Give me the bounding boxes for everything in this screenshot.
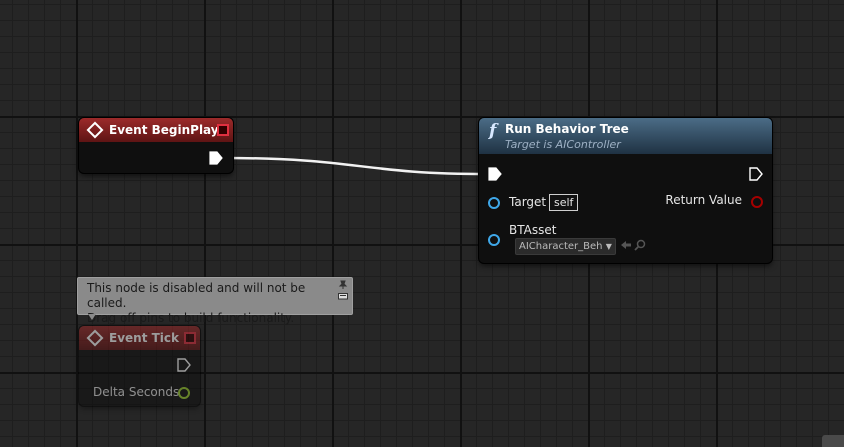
delegate-icon[interactable]: [184, 332, 196, 344]
tooltip-line-2: Drag off pins to build functionality.: [87, 311, 295, 325]
event-beginplay-node[interactable]: Event BeginPlay: [79, 118, 233, 173]
target-self-default[interactable]: self: [549, 194, 579, 211]
run-behavior-tree-header[interactable]: f Run Behavior Tree Target is AIControll…: [479, 118, 772, 154]
event-diamond-icon: [86, 121, 104, 139]
btasset-dropdown[interactable]: AICharacter_Beh ▼: [515, 238, 616, 255]
panel-corner: [822, 435, 844, 447]
delegate-icon[interactable]: [217, 124, 229, 136]
delta-seconds-pin[interactable]: [178, 387, 190, 399]
run-behavior-tree-node[interactable]: f Run Behavior Tree Target is AIControll…: [479, 118, 772, 263]
delta-seconds-label: Delta Seconds: [93, 385, 180, 399]
comment-icon[interactable]: [338, 293, 348, 301]
run-behavior-tree-title: Run Behavior Tree: [505, 121, 629, 136]
exec-output-pin[interactable]: [209, 151, 223, 165]
use-selected-asset-icon[interactable]: [620, 240, 632, 250]
event-beginplay-title: Event BeginPlay: [109, 123, 219, 137]
tooltip-arrow: [88, 314, 96, 320]
target-pin[interactable]: [488, 197, 500, 209]
btasset-value: AICharacter_Beh: [519, 241, 603, 252]
event-tick-title: Event Tick: [109, 331, 180, 345]
function-f-icon: f: [489, 121, 497, 141]
exec-input-pin[interactable]: [488, 167, 502, 181]
disabled-node-tooltip: This node is disabled and will not be ca…: [77, 277, 353, 325]
event-beginplay-header[interactable]: Event BeginPlay: [79, 118, 233, 142]
exec-output-pin[interactable]: [177, 358, 191, 372]
tooltip-line-1: This node is disabled and will not be ca…: [87, 281, 306, 310]
browse-asset-icon[interactable]: [634, 239, 646, 251]
return-value-label: Return Value: [665, 193, 742, 207]
event-diamond-icon: [86, 329, 104, 347]
btasset-pin[interactable]: [488, 234, 500, 246]
return-value-pin[interactable]: [751, 196, 763, 208]
target-label: Target: [509, 195, 547, 209]
pin-icon[interactable]: [338, 280, 348, 290]
event-tick-header[interactable]: Event Tick: [79, 326, 200, 350]
run-behavior-tree-subtitle: Target is AIController: [505, 137, 621, 151]
btasset-label: BTAsset: [509, 223, 557, 237]
chevron-down-icon: ▼: [605, 242, 612, 251]
event-tick-node[interactable]: Event Tick Delta Seconds: [79, 326, 200, 406]
exec-output-pin[interactable]: [749, 167, 763, 181]
